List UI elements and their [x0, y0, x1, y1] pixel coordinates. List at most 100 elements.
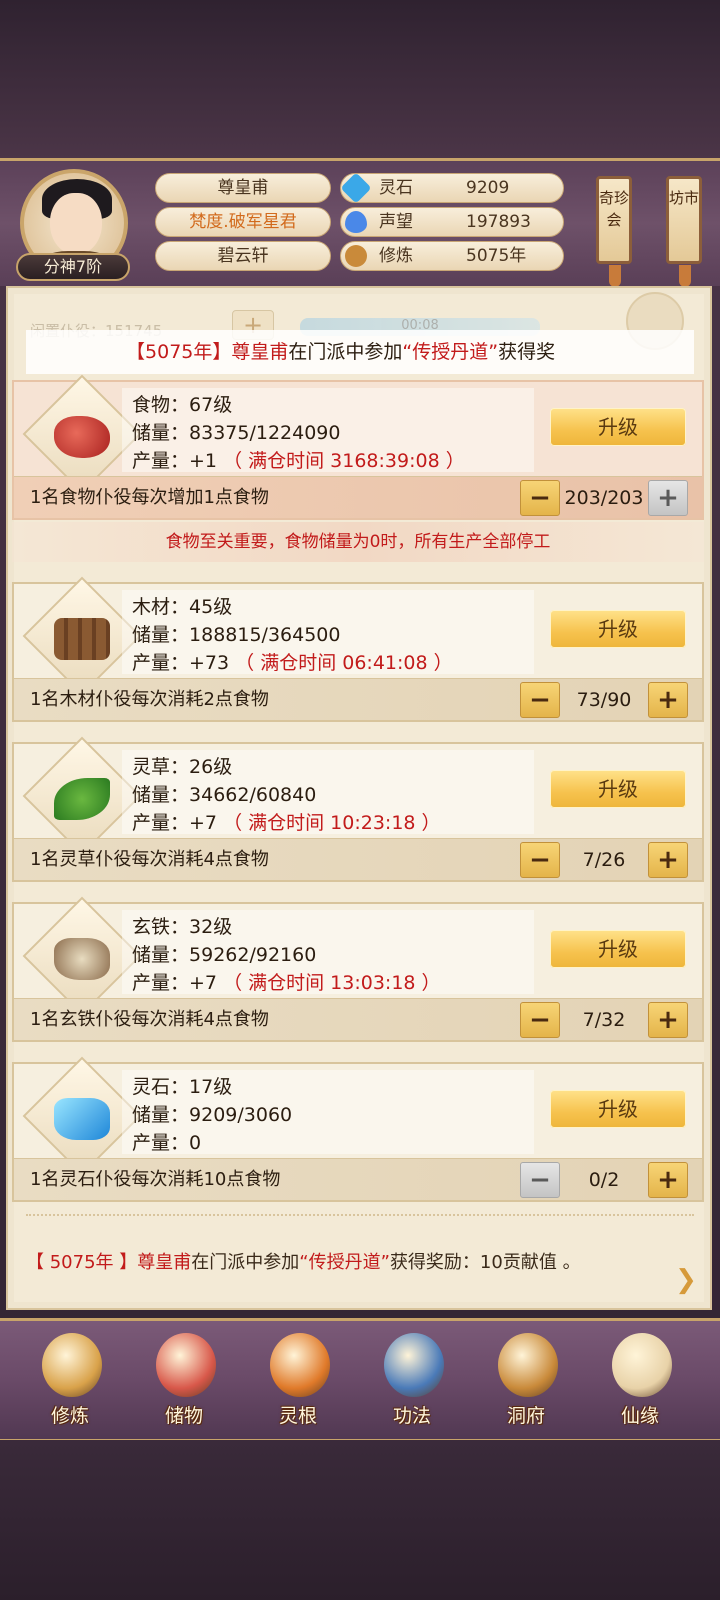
- resource-output: 产量：+1 （ 满仓时间 3168:39:08 ）: [132, 446, 465, 473]
- announce-name: 尊皇甫: [231, 341, 289, 363]
- nav-item-2[interactable]: 灵根: [250, 1329, 346, 1439]
- nav-label: 仙缘: [620, 1405, 659, 1427]
- bottom-backdrop: [0, 1440, 720, 1600]
- avatar-face: [50, 193, 102, 255]
- resource-card-3: 玄铁：32级 储量：59262/92160 产量：+7 （ 满仓时间 13:03…: [12, 896, 704, 1042]
- scrolling-announcement: 【5075年】尊皇甫在门派中参加“传授丹道”获得奖: [26, 330, 694, 374]
- storage-value: 9209/3060: [189, 1104, 293, 1126]
- storage-label: 储量：: [132, 422, 190, 444]
- cave-mansion-icon: [498, 1333, 558, 1397]
- increase-worker-button[interactable]: +: [648, 480, 688, 516]
- resource-icon-slot: [34, 592, 130, 688]
- upgrade-button[interactable]: 升级: [550, 1090, 686, 1128]
- storage-label: 储量：: [132, 1104, 190, 1126]
- divider: [26, 1214, 694, 1218]
- resource-level: 灵石：17级: [132, 1072, 232, 1099]
- resource-storage: 储量：59262/92160: [132, 940, 316, 967]
- full-time: （ 满仓时间 3168:39:08 ）: [223, 450, 465, 472]
- decrease-worker-button[interactable]: −: [520, 1162, 560, 1198]
- log-quote: “传授丹道”: [299, 1252, 390, 1273]
- worker-row: 1名玄铁仆役每次消耗4点食物 − 7/32 +: [14, 998, 702, 1040]
- stat-value: 197893: [466, 212, 531, 232]
- log-bracket-open: 【: [26, 1252, 50, 1273]
- herb-icon: [54, 778, 110, 820]
- tassel-icon: [609, 265, 621, 287]
- nav-item-4[interactable]: 洞府: [478, 1329, 574, 1439]
- spirit-root-icon: [270, 1333, 330, 1397]
- level-separator: ：: [170, 756, 190, 778]
- upgrade-button[interactable]: 升级: [550, 408, 686, 446]
- storage-value: 188815/364500: [189, 624, 341, 646]
- nav-label: 洞府: [506, 1405, 545, 1427]
- output-value: +7: [189, 812, 218, 834]
- cultivate-icon: [42, 1333, 102, 1397]
- log-year: 5075年: [49, 1252, 114, 1273]
- storage-label: 储量：: [132, 944, 190, 966]
- nav-item-3[interactable]: 功法: [364, 1329, 460, 1439]
- output-value: +1: [189, 450, 218, 472]
- stat-label: 声望: [379, 212, 413, 232]
- resource-storage: 储量：188815/364500: [132, 620, 340, 647]
- upgrade-button[interactable]: 升级: [550, 930, 686, 968]
- storage-value: 34662/60840: [189, 784, 317, 806]
- log-bracket-close: 】: [113, 1252, 138, 1273]
- stat-value: 9209: [466, 178, 510, 198]
- output-label: 产量：: [132, 450, 190, 472]
- increase-worker-button[interactable]: +: [648, 1002, 688, 1038]
- level-separator: ：: [170, 916, 190, 938]
- resource-level: 灵草：26级: [132, 752, 232, 779]
- announce-quote: “传授丹道”: [402, 341, 499, 363]
- nav-item-1[interactable]: 储物: [136, 1329, 232, 1439]
- worker-description: 1名玄铁仆役每次消耗4点食物: [30, 1009, 269, 1030]
- rank-badge: 分神7阶: [16, 253, 130, 281]
- tassel-icon: [679, 265, 691, 287]
- storage-label: 储量：: [132, 624, 190, 646]
- resource-card-4: 灵石：17级 储量：9209/3060 产量：0 升级 1名灵石仆役每次消耗10…: [12, 1056, 704, 1202]
- resource-icon-slot: [34, 752, 130, 848]
- upgrade-button[interactable]: 升级: [550, 770, 686, 808]
- resource-level-value: 17级: [189, 1076, 233, 1098]
- decrease-worker-button[interactable]: −: [520, 842, 560, 878]
- destiny-gourd-icon: [612, 1333, 672, 1397]
- event-log: 【 5075年 】尊皇甫在门派中参加“传授丹道”获得奖励：10贡献值 。: [26, 1248, 694, 1274]
- increase-worker-button[interactable]: +: [648, 842, 688, 878]
- resource-icon-slot: [34, 1072, 130, 1168]
- output-value: +7: [189, 972, 218, 994]
- full-time: （ 满仓时间 13:03:18 ）: [223, 972, 441, 994]
- resource-storage: 储量：83375/1224090: [132, 418, 340, 445]
- worker-row: 1名灵草仆役每次消耗4点食物 − 7/26 +: [14, 838, 702, 880]
- resource-name: 食物: [132, 394, 171, 416]
- treasure-fair-button[interactable]: 奇珍会: [596, 176, 632, 287]
- nav-item-0[interactable]: 修炼: [22, 1329, 118, 1439]
- upgrade-button[interactable]: 升级: [550, 610, 686, 648]
- resource-output: 产量：0: [132, 1128, 201, 1155]
- level-separator: ：: [170, 1076, 190, 1098]
- worker-count: 7/26: [582, 849, 626, 871]
- treasure-fair-label: 奇珍会: [599, 189, 630, 229]
- resource-level-value: 26级: [189, 756, 233, 778]
- increase-worker-button[interactable]: +: [648, 682, 688, 718]
- prestige-drop-icon: [345, 211, 367, 233]
- log-text: 获得奖励：10贡献值 。: [389, 1252, 581, 1273]
- market-button[interactable]: 坊市: [666, 176, 702, 287]
- resource-icon-slot: [34, 390, 130, 486]
- resource-level-value: 32级: [189, 916, 233, 938]
- decrease-worker-button[interactable]: −: [520, 682, 560, 718]
- increase-worker-button[interactable]: +: [648, 1162, 688, 1198]
- worker-description: 1名灵石仆役每次消耗10点食物: [30, 1169, 281, 1190]
- nav-item-5[interactable]: 仙缘: [592, 1329, 688, 1439]
- market-label: 坊市: [669, 189, 700, 207]
- meditation-icon: [345, 245, 367, 267]
- resource-card-0: 食物：67级 储量：83375/1224090 产量：+1 （ 满仓时间 316…: [12, 374, 704, 520]
- meat-icon: [54, 416, 110, 458]
- worker-count: 0/2: [588, 1169, 620, 1191]
- stat-prestige: 声望 197893: [340, 207, 564, 237]
- decrease-worker-button[interactable]: −: [520, 480, 560, 516]
- worker-count: 73/90: [576, 689, 632, 711]
- full-time: （ 满仓时间 06:41:08 ）: [235, 652, 453, 674]
- bottom-nav: 修炼 储物 灵根 功法 洞府 仙缘: [0, 1318, 720, 1442]
- decrease-worker-button[interactable]: −: [520, 1002, 560, 1038]
- expand-log-arrow-icon[interactable]: ❯: [672, 1266, 700, 1294]
- character-title: 梵度.破军星君: [155, 207, 331, 237]
- iron-ore-icon: [54, 938, 110, 980]
